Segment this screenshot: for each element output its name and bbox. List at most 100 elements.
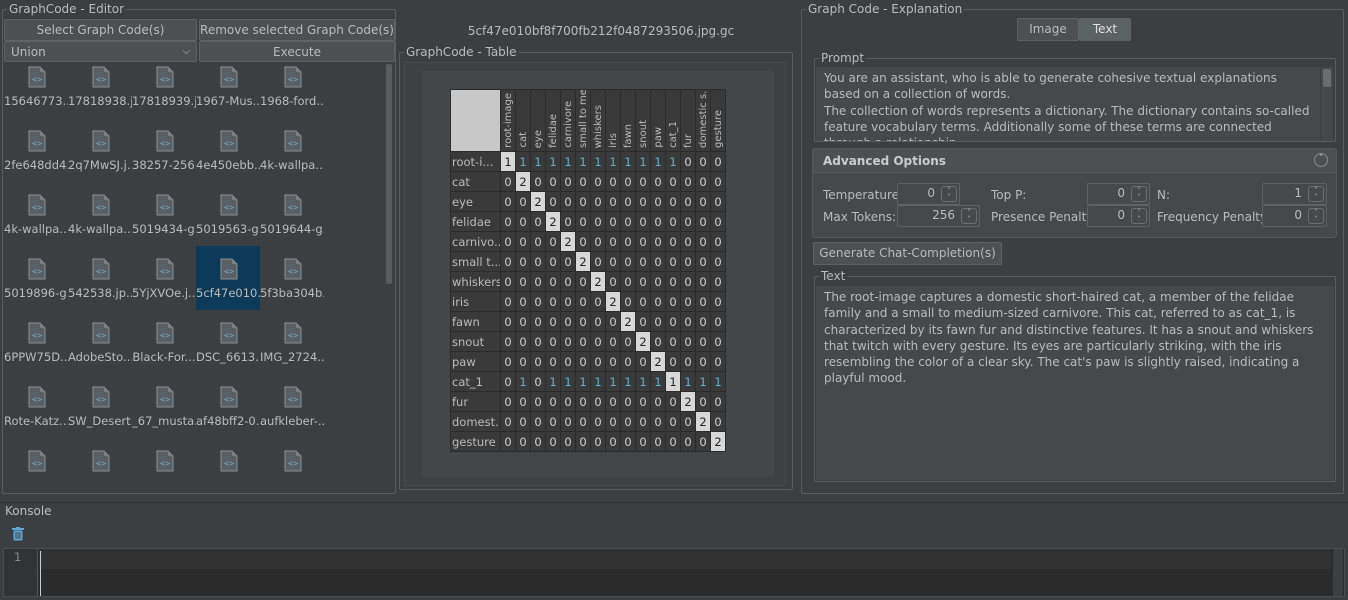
file-item[interactable]: <> 5019896-g... [4,246,68,310]
table-cell[interactable]: 0 [620,271,636,292]
file-item[interactable]: <> SW_Desert... [68,374,132,438]
table-cell[interactable]: 1 [695,371,711,392]
table-cell[interactable]: 0 [605,311,621,332]
file-item[interactable]: <> aufkleber-... [260,374,324,438]
table-cell[interactable]: 1 [605,371,621,392]
file-item[interactable]: <> 4k-wallpa... [4,182,68,246]
file-item[interactable]: <> af48bff2-0... [196,374,260,438]
table-cell[interactable]: 0 [710,251,726,272]
table-cell[interactable]: 0 [500,391,516,412]
table-cell[interactable]: 0 [635,351,651,372]
table-cell[interactable]: 0 [530,351,546,372]
max-tokens-spinner[interactable]: 256 ˄ ˅ [897,205,980,227]
table-cell[interactable]: 0 [590,331,606,352]
spinner-arrows-icon[interactable]: ˄ ˅ [1131,186,1147,202]
table-cell[interactable]: 2 [680,391,696,412]
table-cell[interactable]: 0 [695,191,711,212]
table-cell[interactable]: 1 [560,371,576,392]
table-cell[interactable]: 0 [680,171,696,192]
table-cell[interactable]: 0 [545,271,561,292]
prompt-scroll-thumb[interactable] [1323,69,1331,87]
table-cell[interactable]: 0 [620,171,636,192]
table-cell[interactable]: 1 [575,151,591,172]
table-cell[interactable]: 0 [560,271,576,292]
table-cell[interactable]: 0 [665,351,681,372]
temperature-spinner[interactable]: 0 ˄ ˅ [897,183,960,205]
table-cell[interactable]: 0 [515,431,531,452]
top-p-spinner[interactable]: 0 ˄ ˅ [1087,183,1150,205]
table-cell[interactable]: 0 [575,211,591,232]
table-cell[interactable]: 0 [500,431,516,452]
table-cell[interactable]: 0 [695,251,711,272]
table-cell[interactable]: 0 [665,391,681,412]
table-cell[interactable]: 0 [560,291,576,312]
table-cell[interactable]: 0 [665,271,681,292]
table-cell[interactable]: 0 [575,431,591,452]
table-cell[interactable]: 0 [500,171,516,192]
table-cell[interactable]: 1 [590,371,606,392]
table-cell[interactable]: 0 [590,391,606,412]
table-cell[interactable]: 0 [635,431,651,452]
trash-icon[interactable] [12,527,24,541]
spinner-arrows-icon[interactable]: ˄ ˅ [1308,208,1324,224]
tab-image[interactable]: Image [1017,18,1079,41]
table-cell[interactable]: 0 [530,411,546,432]
table-cell[interactable]: 0 [605,391,621,412]
file-item[interactable]: <> 5019434-g... [132,182,196,246]
table-cell[interactable]: 0 [620,411,636,432]
file-item[interactable]: <> 4k-wallpa... [68,182,132,246]
file-item[interactable]: <> 5cf47e010... [196,246,260,310]
table-cell[interactable]: 0 [515,211,531,232]
table-cell[interactable]: 0 [575,331,591,352]
table-cell[interactable]: 0 [695,311,711,332]
table-cell[interactable]: 0 [545,411,561,432]
table-cell[interactable]: 1 [575,371,591,392]
table-cell[interactable]: 0 [500,291,516,312]
table-cell[interactable]: 1 [650,371,666,392]
table-cell[interactable]: 0 [590,351,606,372]
table-cell[interactable]: 0 [515,311,531,332]
table-cell[interactable]: 0 [635,291,651,312]
table-cell[interactable]: 0 [545,251,561,272]
table-cell[interactable]: 0 [530,251,546,272]
table-cell[interactable]: 0 [590,291,606,312]
table-cell[interactable]: 0 [560,391,576,412]
file-item[interactable]: <> IMG_2724... [260,310,324,374]
table-cell[interactable]: 0 [605,431,621,452]
table-cell[interactable]: 2 [710,431,726,452]
table-cell[interactable]: 0 [635,391,651,412]
table-cell[interactable]: 0 [620,211,636,232]
file-item[interactable]: <> 5019563-g... [196,182,260,246]
table-cell[interactable]: 0 [710,411,726,432]
file-item[interactable]: <> Rote-Katz... [4,374,68,438]
table-cell[interactable]: 0 [650,251,666,272]
table-cell[interactable]: 0 [605,171,621,192]
table-cell[interactable]: 0 [530,271,546,292]
file-item[interactable]: <> 6PPW75D... [4,310,68,374]
file-item[interactable]: <> 5019644-g... [260,182,324,246]
table-cell[interactable]: 0 [680,211,696,232]
table-cell[interactable]: 1 [620,371,636,392]
table-cell[interactable]: 0 [665,431,681,452]
table-cell[interactable]: 0 [530,291,546,312]
file-item[interactable]: <> 15646773... [4,62,68,118]
frequency-penalty-spinner[interactable]: 0 ˄ ˅ [1262,205,1327,227]
collapse-icon[interactable]: ˄ [1314,153,1328,167]
table-cell[interactable]: 0 [635,251,651,272]
table-cell[interactable]: 0 [575,191,591,212]
table-cell[interactable]: 0 [650,291,666,312]
table-cell[interactable]: 0 [695,151,711,172]
file-item[interactable]: <> [196,438,260,492]
advanced-options-header[interactable]: Advanced Options ˄ [813,149,1336,173]
file-item[interactable]: <> _67_musta... [132,374,196,438]
table-cell[interactable]: 0 [650,211,666,232]
table-cell[interactable]: 2 [635,331,651,352]
table-cell[interactable]: 0 [560,311,576,332]
table-cell[interactable]: 0 [515,271,531,292]
table-cell[interactable]: 0 [665,171,681,192]
operation-select[interactable]: Union ⌵ [4,41,197,62]
table-cell[interactable]: 0 [605,331,621,352]
table-cell[interactable]: 0 [710,391,726,412]
table-cell[interactable]: 0 [665,211,681,232]
table-cell[interactable]: 0 [605,351,621,372]
